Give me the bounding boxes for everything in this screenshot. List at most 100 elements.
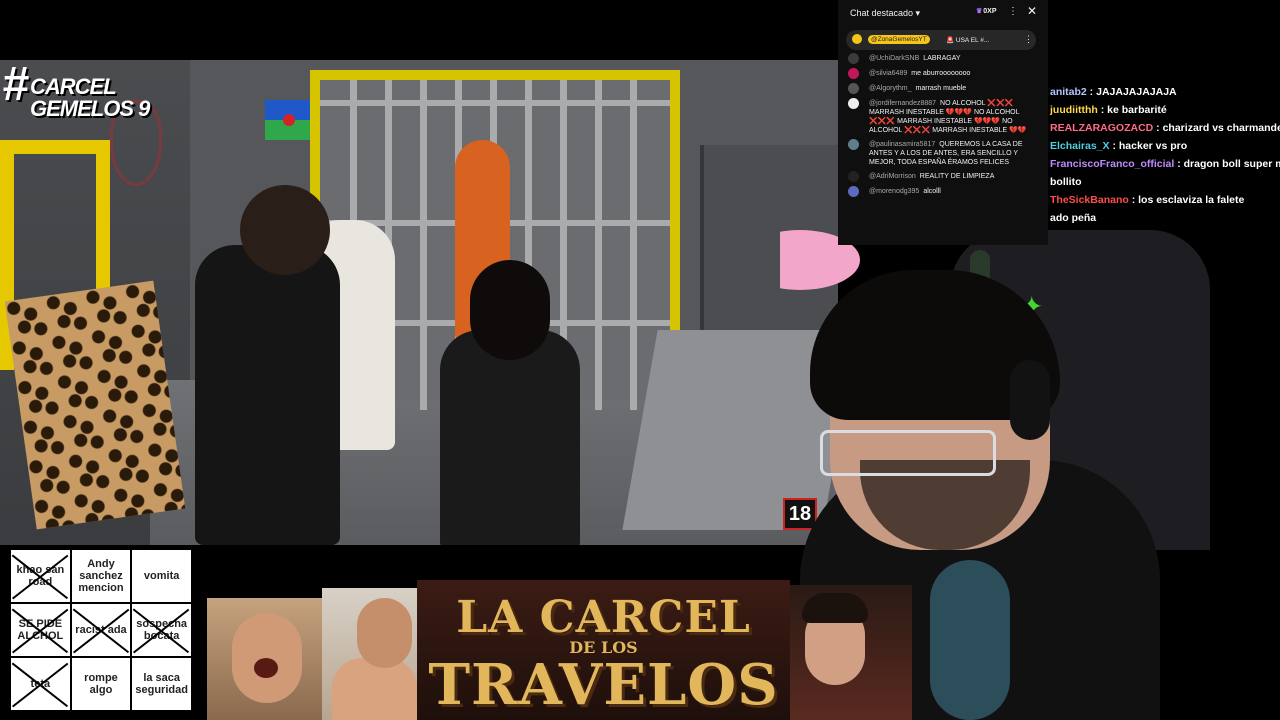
avatar bbox=[848, 98, 859, 109]
stream-chat-text: charizard vs charmander bbox=[1162, 122, 1280, 134]
pinned-more-icon[interactable]: ⋮ bbox=[1024, 34, 1033, 45]
chat-username: @morenodg395 bbox=[869, 188, 920, 195]
chat-text: LABRAGAY bbox=[923, 55, 961, 62]
chat-message[interactable]: @AdriMorrison REALITY DE LIMPIEZA bbox=[848, 171, 1038, 182]
stream-chat-username[interactable]: FranciscoFranco_official bbox=[1050, 158, 1174, 170]
stream-chat-text: JAJAJAJAJAJA bbox=[1096, 86, 1177, 98]
featured-chat-popup: Chat destacado ▾ 0XP ⋮ ✕ @ZonaGemelosYT … bbox=[838, 0, 1048, 245]
chat-messages: @UchiDarkSNB LABRAGAY @silvia6489 me aburro… bbox=[848, 53, 1038, 202]
bingo-cell: sospecha bocata bbox=[131, 603, 192, 657]
reaction-thumb-1 bbox=[207, 598, 322, 720]
bingo-cell: SE PIDE ALCHOL bbox=[10, 603, 71, 657]
show-banner: LA CARCEL DE LOS TRAVELOS bbox=[417, 580, 790, 720]
stream-chat-line: Elchairas_X : hacker vs pro bbox=[1050, 137, 1280, 155]
bingo-cell-text: la saca seguridad bbox=[135, 672, 188, 696]
chat-username: @silvia6489 bbox=[869, 70, 908, 77]
close-icon[interactable]: ✕ bbox=[1027, 4, 1037, 18]
bingo-cell-text: khao san road bbox=[16, 564, 65, 588]
bingo-cell-text: sospecha bocata bbox=[136, 618, 188, 642]
stream-chat-line: juudiitthh : ke barbarité bbox=[1050, 101, 1280, 119]
stream-chat-overlay: anitab2 : JAJAJAJAJAJA juudiitthh : ke ba… bbox=[1050, 83, 1280, 227]
bingo-cell: Andy sanchez mencion bbox=[70, 549, 132, 603]
separator: : bbox=[1174, 158, 1184, 170]
bingo-card: khao san road Andy sanchez mencion vomita S… bbox=[8, 547, 194, 713]
chat-text: REALITY DE LIMPIEZA bbox=[919, 173, 995, 180]
leopard-blanket bbox=[4, 280, 186, 530]
stream-chat-text: bollito bbox=[1050, 176, 1082, 188]
logo-line2: GEMELOS 9 bbox=[30, 96, 150, 121]
chat-text: me aburroooooooo bbox=[911, 70, 971, 77]
separator: : bbox=[1086, 86, 1097, 98]
streamer-glasses bbox=[820, 430, 996, 476]
bingo-cell: rompe algo bbox=[70, 657, 132, 711]
stream-chat-line: REALZARAGOZACD : charizard vs charmander bbox=[1050, 119, 1280, 137]
bingo-cell-text: SE PIDE ALCHOL bbox=[17, 618, 64, 642]
reaction-thumb-2 bbox=[322, 588, 417, 720]
logo-hash: # bbox=[2, 60, 29, 111]
bingo-cell-text: Andy sanchez mencion bbox=[78, 558, 124, 594]
stream-chat-line: anitab2 : JAJAJAJAJAJA bbox=[1050, 83, 1280, 101]
bingo-cell-text: teta bbox=[30, 678, 51, 690]
chat-username: @Algorythm_ bbox=[869, 85, 912, 92]
stream-chat-username[interactable]: juudiitthh bbox=[1050, 104, 1098, 116]
avatar bbox=[848, 83, 859, 94]
stream-chat-line: TheSickBanano : los esclaviza la falete bbox=[1050, 191, 1280, 209]
microphone bbox=[930, 560, 1010, 720]
chat-username: @UchiDarkSNB bbox=[869, 55, 920, 62]
stream-chat-line: FranciscoFranco_official : dragon boll s… bbox=[1050, 155, 1280, 173]
chat-message[interactable]: @morenodg395 alcolll bbox=[848, 186, 1038, 197]
stream-chat-line: bollito bbox=[1050, 173, 1280, 191]
bingo-cell-text: rompe algo bbox=[84, 672, 118, 696]
chat-message[interactable]: @Algorythm_ marrash mueble bbox=[848, 83, 1038, 94]
headphones bbox=[1010, 360, 1050, 440]
chat-message[interactable]: @silvia6489 me aburroooooooo bbox=[848, 68, 1038, 79]
avatar bbox=[848, 68, 859, 79]
banner-line1: LA CARCEL bbox=[456, 592, 751, 643]
xp-counter: 0XP bbox=[976, 7, 996, 15]
separator: : bbox=[1153, 122, 1163, 134]
chat-text: alcolll bbox=[923, 188, 941, 195]
bingo-cell: vomita bbox=[131, 549, 192, 603]
avatar bbox=[848, 53, 859, 64]
stream-video: # CARCEL GEMELOS 9 18 bbox=[0, 60, 838, 545]
stream-chat-line: ado peña bbox=[1050, 209, 1280, 227]
stream-chat-username[interactable]: anitab2 bbox=[1050, 86, 1087, 98]
chat-text: marrash mueble bbox=[915, 85, 967, 92]
person-black-jacket bbox=[440, 330, 580, 545]
bingo-cell: teta bbox=[10, 657, 71, 711]
chat-username: @jordifernandez8887 bbox=[869, 100, 937, 107]
chat-message[interactable]: @paulinasamira5817 QUEREMOS LA CASA DE AN… bbox=[848, 139, 1038, 167]
chat-username: @AdriMorrison bbox=[869, 173, 916, 180]
stream-chat-text: los esclaviza la falete bbox=[1138, 194, 1245, 206]
pinned-user: @ZonaGemelosYT bbox=[868, 35, 930, 44]
chat-username: @paulinasamira5817 bbox=[869, 141, 936, 148]
avatar bbox=[848, 139, 859, 150]
stream-chat-username[interactable]: REALZARAGOZACD bbox=[1050, 122, 1153, 134]
reaction-thumb-3 bbox=[790, 585, 912, 720]
bingo-cell: la saca seguridad bbox=[131, 657, 192, 711]
person-hair bbox=[470, 260, 550, 360]
pinned-message[interactable]: @ZonaGemelosYT USA EL #... ⋮ bbox=[846, 30, 1036, 50]
pin-avatar-icon bbox=[852, 34, 862, 44]
chat-message[interactable]: @jordifernandez8887 NO ALCOHOL ❌❌❌ MARRAS… bbox=[848, 98, 1038, 135]
bingo-cell-text: vomita bbox=[143, 570, 180, 582]
separator: : bbox=[1109, 140, 1119, 152]
banner-line3: TRAVELOS bbox=[428, 652, 779, 718]
separator: : bbox=[1128, 194, 1139, 206]
chat-header-title[interactable]: Chat destacado ▾ bbox=[850, 8, 920, 19]
stream-chat-text: ado peña bbox=[1050, 212, 1097, 224]
person-head bbox=[240, 185, 330, 275]
bingo-cell: racist ada bbox=[70, 603, 132, 657]
avatar bbox=[848, 171, 859, 182]
stream-chat-text: ke barbarité bbox=[1107, 104, 1167, 116]
bingo-cell: khao san road bbox=[10, 549, 71, 603]
pinned-text: USA EL #... bbox=[946, 36, 989, 44]
more-options-icon[interactable]: ⋮ bbox=[1008, 6, 1018, 17]
separator: : bbox=[1097, 104, 1108, 116]
bingo-cell-text: racist ada bbox=[75, 624, 127, 636]
chat-message[interactable]: @UchiDarkSNB LABRAGAY bbox=[848, 53, 1038, 64]
avatar bbox=[848, 186, 859, 197]
stream-chat-username[interactable]: Elchairas_X bbox=[1050, 140, 1110, 152]
logo-line1: CARCEL bbox=[30, 74, 117, 99]
stream-chat-username[interactable]: TheSickBanano bbox=[1050, 194, 1129, 206]
